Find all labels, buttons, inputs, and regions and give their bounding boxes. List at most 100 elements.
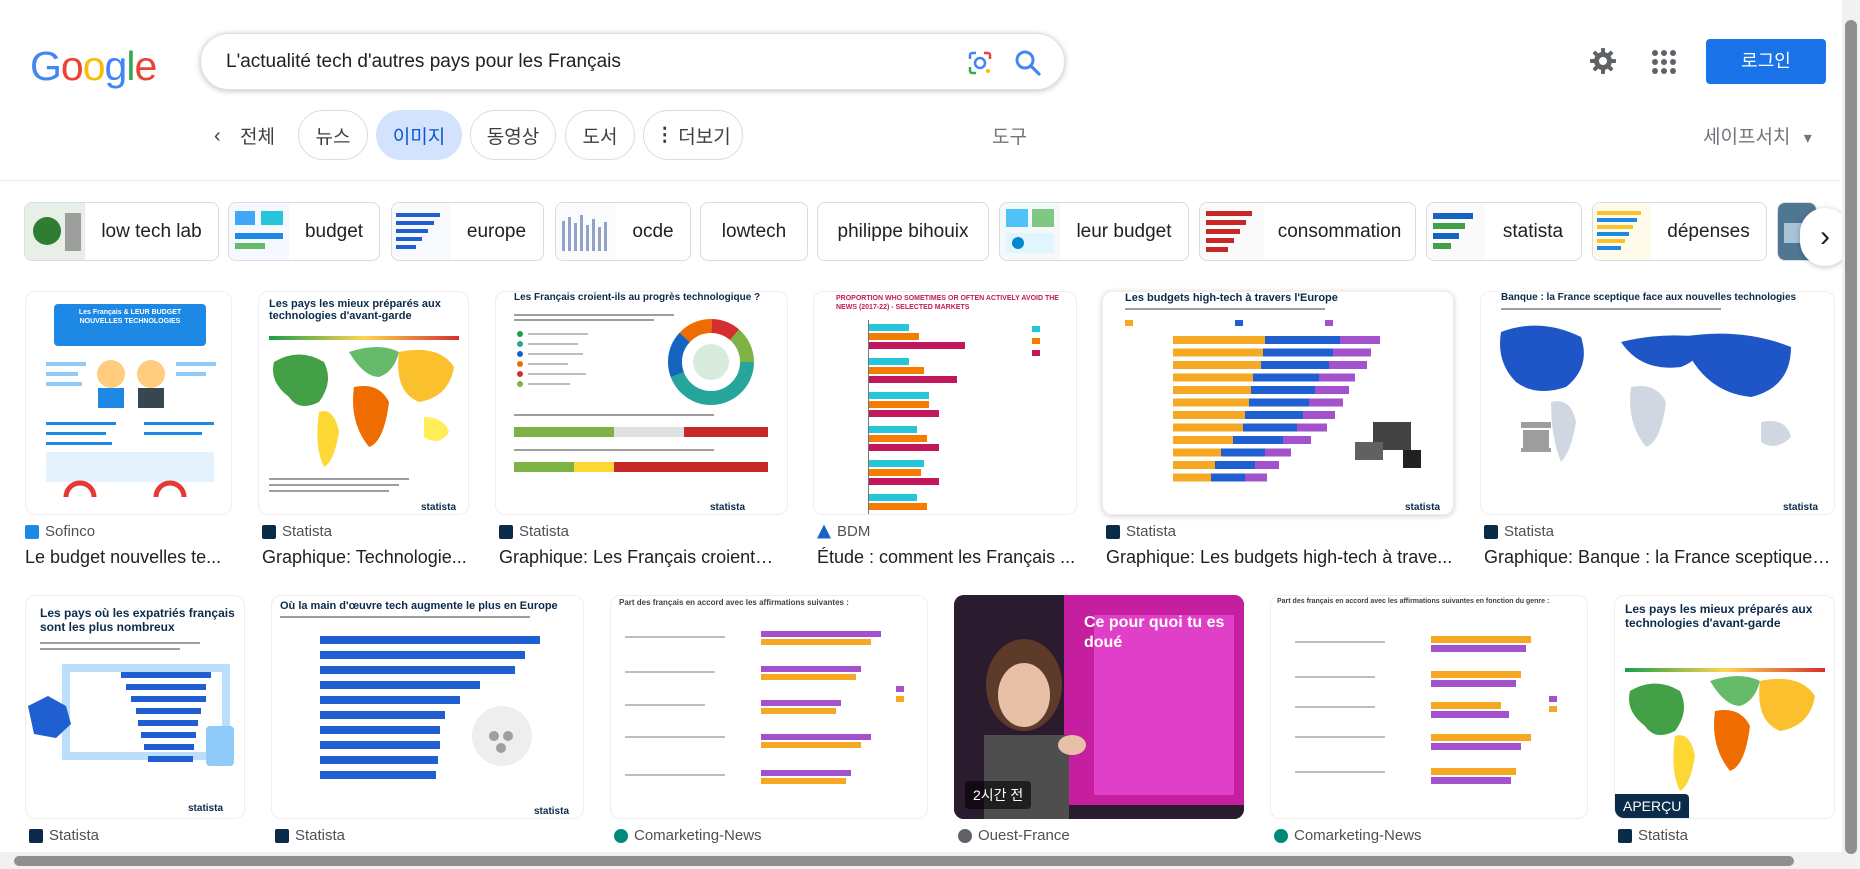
result-thumbnail[interactable]: Ce pour quoi tu es doué 2시간 전 bbox=[954, 595, 1244, 819]
result-thumbnail[interactable]: Où la main d'œuvre tech augmente le plus… bbox=[271, 595, 584, 819]
source-name: Comarketing-News bbox=[1294, 827, 1422, 844]
chip-label: philippe bihouix bbox=[837, 220, 969, 242]
tools-button[interactable]: 도구 bbox=[992, 122, 1027, 149]
tab-all[interactable]: 전체 bbox=[240, 122, 275, 149]
source-name: BDM bbox=[837, 523, 871, 540]
stack-bar-segment bbox=[1297, 423, 1327, 432]
stack-bar-segment bbox=[1261, 361, 1329, 369]
chip-thumbnail bbox=[1000, 203, 1060, 260]
stack-bar-segment bbox=[1243, 423, 1297, 432]
search-input[interactable]: L'actualité tech d'autres pays pour les … bbox=[226, 51, 621, 73]
related-chip[interactable]: low tech lab bbox=[24, 202, 219, 261]
source-name: Statista bbox=[1638, 827, 1689, 844]
result-thumbnail[interactable]: Les pays les mieux préparés aux technolo… bbox=[258, 291, 469, 515]
login-button[interactable]: 로그인 bbox=[1706, 39, 1826, 84]
tab-images[interactable]: 이미지 bbox=[376, 110, 462, 160]
result-title[interactable]: Graphique: Banque : la France sceptique … bbox=[1484, 547, 1834, 568]
result-thumbnail[interactable]: Les Français croient-ils au progrès tech… bbox=[495, 291, 788, 515]
result-thumbnail[interactable]: Part des français en accord avec les aff… bbox=[1270, 595, 1588, 819]
stack-bar-segment bbox=[1173, 348, 1263, 357]
stack-bar-segment bbox=[1173, 436, 1233, 444]
result-source[interactable]: BDM bbox=[817, 523, 870, 540]
favicon-icon bbox=[1106, 524, 1120, 539]
chip-label: budget bbox=[304, 220, 364, 242]
result-source[interactable]: Ouest-France bbox=[958, 827, 1070, 844]
stack-bar-segment bbox=[1245, 411, 1303, 419]
favicon-icon bbox=[1274, 828, 1288, 843]
chip-label: leur budget bbox=[1076, 220, 1172, 242]
result-source[interactable]: Statista bbox=[1106, 523, 1176, 540]
stack-bar-segment bbox=[1245, 473, 1267, 482]
result-source[interactable]: Comarketing-News bbox=[1274, 827, 1422, 844]
search-icon[interactable] bbox=[1013, 48, 1043, 78]
result-thumbnail[interactable]: PROPORTION WHO SOMETIMES OR OFTEN ACTIVE… bbox=[813, 291, 1077, 515]
related-chip[interactable]: budget bbox=[228, 202, 380, 261]
result-source[interactable]: Statista bbox=[262, 523, 332, 540]
result-source[interactable]: Statista bbox=[29, 827, 99, 844]
related-chip[interactable]: statista bbox=[1426, 202, 1582, 261]
vertical-scrollbar-thumb[interactable] bbox=[1845, 20, 1857, 854]
apps-grid-icon[interactable] bbox=[1652, 50, 1676, 74]
google-lens-icon[interactable] bbox=[966, 49, 994, 77]
result-source[interactable]: Comarketing-News bbox=[614, 827, 762, 844]
svg-text:statista: statista bbox=[534, 806, 569, 817]
stack-bar-segment bbox=[1221, 448, 1265, 457]
result-thumbnail[interactable]: Banque : la France sceptique face aux no… bbox=[1480, 291, 1835, 515]
result-source[interactable]: Sofinco bbox=[25, 523, 95, 540]
safesearch-dropdown[interactable]: 세이프서치 ▾ bbox=[1703, 122, 1812, 149]
stack-bar-segment bbox=[1215, 461, 1255, 469]
related-chip[interactable]: europe bbox=[391, 202, 544, 261]
stack-bar-segment bbox=[1315, 386, 1349, 394]
stack-bar-segment bbox=[1173, 386, 1251, 394]
tab-label: 더보기 bbox=[678, 126, 731, 148]
related-chip[interactable]: leur budget bbox=[999, 202, 1189, 261]
favicon-icon bbox=[1484, 524, 1498, 539]
result-title[interactable]: Étude : comment les Français ... bbox=[817, 547, 1079, 568]
result-title[interactable]: Graphique: Les Français croient-il... bbox=[499, 547, 779, 568]
result-title[interactable]: Le budget nouvelles te... bbox=[25, 547, 232, 568]
chip-label: lowtech bbox=[721, 220, 787, 242]
result-source[interactable]: Statista bbox=[1618, 827, 1688, 844]
related-chip[interactable]: philippe bihouix bbox=[817, 202, 989, 261]
source-name: Statista bbox=[519, 523, 570, 540]
favicon-icon bbox=[25, 524, 39, 539]
safesearch-label: 세이프서치 bbox=[1703, 127, 1791, 148]
logo-letter: o bbox=[82, 43, 106, 89]
result-thumbnail[interactable]: Les pays où les expatriés français sont … bbox=[25, 595, 245, 819]
tab-books[interactable]: 도서 bbox=[565, 110, 635, 160]
chip-label: europe bbox=[466, 220, 527, 242]
stack-bar-segment bbox=[1173, 461, 1215, 469]
related-chip[interactable]: lowtech bbox=[700, 202, 808, 261]
stack-bar-segment bbox=[1173, 361, 1261, 369]
horizontal-scrollbar-thumb[interactable] bbox=[14, 856, 1794, 866]
stack-bar-segment bbox=[1253, 373, 1319, 382]
result-title[interactable]: Graphique: Les budgets high-tech à trave… bbox=[1106, 547, 1454, 568]
related-chip[interactable]: ocde bbox=[555, 202, 691, 261]
result-thumbnail[interactable]: Les budgets high-tech à travers l'Europe… bbox=[1102, 291, 1454, 515]
related-chip[interactable]: dépenses bbox=[1592, 202, 1767, 261]
result-title[interactable]: Graphique: Technologie... bbox=[262, 547, 469, 568]
back-chevron-icon[interactable]: ‹ bbox=[214, 125, 221, 148]
google-logo[interactable]: Google bbox=[30, 43, 157, 90]
tab-more[interactable]: ⋮ 더보기 bbox=[643, 110, 743, 160]
result-source[interactable]: Statista bbox=[1484, 523, 1554, 540]
caret-down-icon: ▾ bbox=[1803, 130, 1812, 147]
stack-bar-segment bbox=[1173, 373, 1253, 382]
stack-bar-segment bbox=[1173, 473, 1211, 482]
result-source[interactable]: Statista bbox=[275, 827, 345, 844]
result-thumbnail[interactable]: Les pays les mieux préparés aux technolo… bbox=[1614, 595, 1835, 819]
tab-label: 동영상 bbox=[486, 126, 540, 148]
result-thumbnail[interactable]: Les Français & LEUR BUDGET NOUVELLES TEC… bbox=[25, 291, 232, 515]
chip-label: low tech lab bbox=[101, 220, 202, 242]
gear-icon[interactable] bbox=[1588, 46, 1618, 76]
source-name: Statista bbox=[1126, 523, 1177, 540]
stack-bar-segment bbox=[1251, 386, 1315, 394]
result-source[interactable]: Statista bbox=[499, 523, 569, 540]
result-thumbnail[interactable]: Part des français en accord avec les aff… bbox=[610, 595, 928, 819]
search-tabs: ‹ 전체 뉴스 이미지 동영상 도서 ⋮ 더보기 도구 세이프서치 ▾ bbox=[0, 110, 1840, 160]
related-chip[interactable]: consommation bbox=[1199, 202, 1416, 261]
search-box[interactable]: L'actualité tech d'autres pays pour les … bbox=[200, 33, 1065, 90]
tab-news[interactable]: 뉴스 bbox=[298, 110, 368, 160]
logo-letter: e bbox=[134, 43, 157, 89]
tab-videos[interactable]: 동영상 bbox=[470, 110, 556, 160]
